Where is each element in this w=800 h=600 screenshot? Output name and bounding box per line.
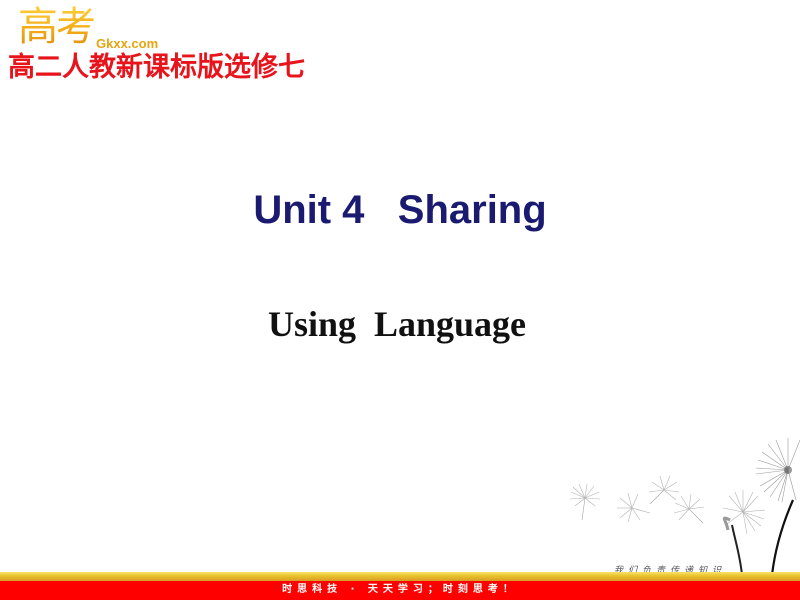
slide-title: Unit 4 Sharing xyxy=(253,188,547,232)
footer-stripe xyxy=(0,572,800,581)
logo: 高考 Gkxx.com xyxy=(16,4,186,54)
logo-domain: Gkxx.com xyxy=(96,36,159,51)
logo-text: 高考 xyxy=(18,4,96,50)
dandelion-icon xyxy=(569,438,800,575)
slide-subtitle: Using Language xyxy=(267,304,527,344)
footer-slogan: 时思科技 · 天天学习；时刻思考！ xyxy=(282,584,518,595)
course-subject: 高二人教新课标版选修七 xyxy=(8,52,305,83)
